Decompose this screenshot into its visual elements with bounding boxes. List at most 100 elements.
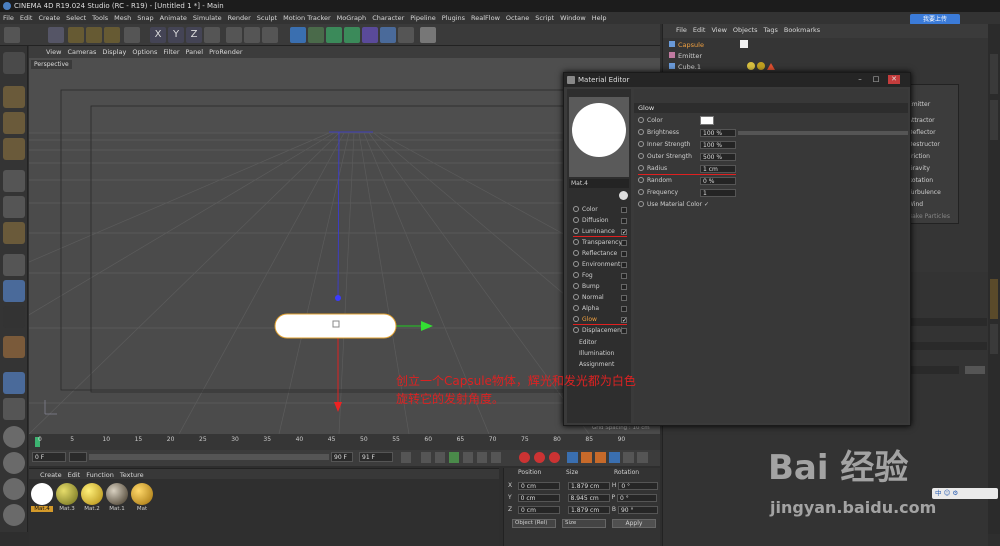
menu-edit[interactable]: Edit: [17, 12, 36, 24]
end-frame-field-a[interactable]: 90 F: [331, 452, 353, 462]
menu-help[interactable]: Help: [589, 12, 610, 24]
obj-menu-objects[interactable]: Objects: [730, 24, 761, 36]
autokey-icon[interactable]: [534, 452, 545, 463]
channel-glow[interactable]: Glow ✓: [573, 315, 627, 325]
list-item[interactable]: Deflector: [908, 129, 936, 136]
minimize-icon[interactable]: –: [854, 75, 866, 84]
menu-window[interactable]: Window: [557, 12, 589, 24]
list-item[interactable]: Attractor: [908, 117, 935, 124]
render-picture-viewer-icon[interactable]: [244, 27, 260, 43]
play-icon[interactable]: [449, 452, 459, 463]
channel-checkbox[interactable]: [621, 251, 627, 257]
channel-color[interactable]: Color: [573, 205, 627, 215]
channel-checkbox[interactable]: [621, 284, 627, 290]
channel-alpha[interactable]: Alpha: [573, 304, 627, 314]
menu-render[interactable]: Render: [225, 12, 254, 24]
model-mode-icon[interactable]: [3, 86, 25, 108]
texture-mode-icon[interactable]: [3, 112, 25, 134]
list-item[interactable]: Turbulence: [908, 189, 941, 196]
tab-attributes[interactable]: [990, 279, 998, 319]
channel-checkbox[interactable]: [621, 295, 627, 301]
channel-reflectance[interactable]: Reflectance: [573, 249, 627, 259]
array-icon[interactable]: [344, 27, 360, 43]
apply-button[interactable]: Apply: [612, 519, 656, 528]
coordinate-system-icon[interactable]: [204, 27, 220, 43]
make-editable-icon[interactable]: [3, 52, 25, 74]
menu-mesh[interactable]: Mesh: [111, 12, 134, 24]
list-item[interactable]: Destructor: [908, 141, 940, 148]
material-tag-icon[interactable]: [757, 62, 766, 70]
rotation-b-field[interactable]: 90 °: [617, 506, 658, 514]
y-axis-lock-icon[interactable]: Y: [168, 27, 184, 43]
material-item[interactable]: Mat.1: [106, 483, 128, 512]
channel-checkbox[interactable]: [621, 218, 627, 224]
sculpt-brush-icon[interactable]: [3, 336, 25, 358]
anim-dot-icon[interactable]: [638, 141, 644, 147]
outer-strength-field[interactable]: 500 %: [700, 153, 736, 161]
channel-diffusion[interactable]: Diffusion: [573, 216, 627, 226]
list-item[interactable]: Friction: [908, 153, 930, 160]
close-icon[interactable]: ✕: [888, 75, 900, 84]
vp-menu-panel[interactable]: Panel: [183, 46, 207, 58]
material-name-field[interactable]: Mat.4: [569, 179, 629, 188]
goto-start-icon[interactable]: [401, 452, 411, 463]
menu-simulate[interactable]: Simulate: [190, 12, 225, 24]
start-frame-field[interactable]: 0 F: [32, 452, 66, 462]
cube-primitive-icon[interactable]: [290, 27, 306, 43]
menu-script[interactable]: Script: [532, 12, 557, 24]
menu-mograph[interactable]: MoGraph: [334, 12, 370, 24]
prev-frame-icon[interactable]: [435, 452, 445, 463]
size-mode-select[interactable]: Size: [562, 519, 606, 528]
position-x-field[interactable]: 0 cm: [518, 482, 561, 490]
key-scale-icon[interactable]: [581, 452, 592, 463]
random-field[interactable]: 0 %: [700, 177, 736, 185]
list-item[interactable]: Rotation: [908, 177, 933, 184]
subdivision-surface-icon[interactable]: [326, 27, 342, 43]
z-axis-lock-icon[interactable]: Z: [186, 27, 202, 43]
mat-menu-texture[interactable]: Texture: [117, 469, 147, 481]
axis-mode-icon[interactable]: [3, 254, 25, 276]
menu-tools[interactable]: Tools: [89, 12, 111, 24]
edges-mode-icon[interactable]: [3, 196, 25, 218]
anim-dot-icon[interactable]: [638, 165, 644, 171]
anim-dot-icon[interactable]: [638, 153, 644, 159]
mat-menu-function[interactable]: Function: [83, 469, 117, 481]
render-settings-icon[interactable]: [262, 27, 278, 43]
end-frame-field-b[interactable]: 91 F: [359, 452, 393, 462]
attribute-field[interactable]: [909, 366, 959, 374]
pen-spline-icon[interactable]: [308, 27, 324, 43]
channel-checkbox[interactable]: [621, 262, 627, 268]
camera-icon[interactable]: [398, 27, 414, 43]
channel-checkbox[interactable]: [621, 240, 627, 246]
channel-checkbox[interactable]: ✓: [621, 317, 627, 324]
material-editor-titlebar[interactable]: Material Editor – □ ✕: [564, 73, 910, 87]
timeline-options-icon[interactable]: [637, 452, 648, 463]
goto-end-icon[interactable]: [491, 452, 501, 463]
anim-dot-icon[interactable]: [638, 201, 644, 207]
vp-menu-prorender[interactable]: ProRender: [206, 46, 245, 58]
material-item[interactable]: Mat.2: [81, 483, 103, 512]
maximize-icon[interactable]: □: [870, 75, 882, 84]
material-options-icon[interactable]: [619, 191, 628, 200]
size-y-field[interactable]: 8.945 cm: [567, 494, 610, 502]
channel-checkbox[interactable]: [621, 328, 627, 334]
channel-normal[interactable]: Normal: [573, 293, 627, 303]
frequency-field[interactable]: 1: [700, 189, 736, 197]
assignment-section[interactable]: Assignment: [579, 360, 633, 370]
key-parameter-icon[interactable]: [609, 452, 620, 463]
ime-toolbar[interactable]: 中 ☺ ⚙: [932, 488, 998, 499]
coordinate-mode-select[interactable]: Object (Rel): [512, 519, 556, 528]
snap-icon[interactable]: [3, 306, 25, 328]
position-y-field[interactable]: 0 cm: [517, 494, 560, 502]
light-icon[interactable]: [420, 27, 436, 43]
brightness-slider[interactable]: [738, 131, 908, 135]
object-row[interactable]: Capsule: [669, 40, 749, 51]
undo-icon[interactable]: [4, 27, 20, 43]
rotation-p-field[interactable]: 0 °: [616, 494, 657, 502]
workplane-lock-icon[interactable]: [3, 372, 25, 394]
attribute-field[interactable]: [909, 342, 987, 350]
channel-checkbox[interactable]: [621, 207, 627, 213]
object-row[interactable]: Emitter: [669, 51, 702, 62]
menu-sculpt[interactable]: Sculpt: [254, 12, 280, 24]
rotation-h-field[interactable]: 0 °: [618, 482, 659, 490]
